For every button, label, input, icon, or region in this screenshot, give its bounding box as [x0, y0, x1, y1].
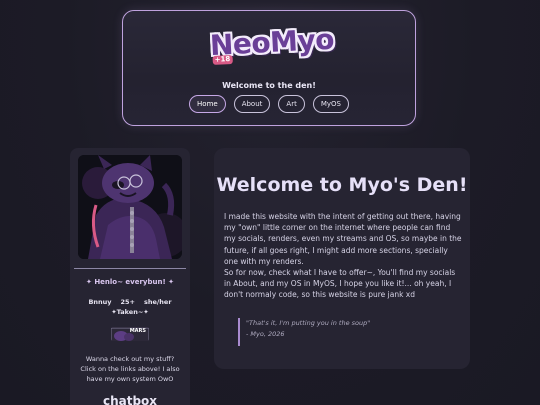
- badge-text: MARS: [129, 328, 146, 334]
- chatbox-heading: chatbox: [102, 394, 158, 405]
- nav-myos-button[interactable]: MyOS: [312, 95, 349, 113]
- avatar: [78, 155, 182, 259]
- quote-block: "That's it, I'm putting you in the soup"…: [238, 318, 438, 346]
- sidebar-info: Bnnuy 25+ she/her: [70, 298, 190, 306]
- nav-home-button[interactable]: Home: [189, 95, 226, 113]
- nav-bar: Home About Art MyOS: [123, 95, 415, 113]
- site-button-badge[interactable]: MARS: [111, 327, 149, 341]
- main-panel: Welcome to Myo's Den! I made this websit…: [214, 148, 470, 369]
- pronouns-label: she/her: [144, 298, 172, 306]
- quote-author: - Myo, 2026: [246, 330, 285, 338]
- profile-sidebar: ✦ Henlo~ everybun! ✦ Bnnuy 25+ she/her ✦…: [70, 148, 190, 405]
- sidebar-divider: [74, 268, 186, 269]
- page: NeoMyo +18 Welcome to the den! Home Abou…: [0, 0, 540, 405]
- quote-text: "That's it, I'm putting you in the soup": [246, 319, 371, 327]
- sidebar-description: Wanna check out my stuff? Click on the l…: [80, 355, 180, 383]
- intro-paragraph-1: I made this website with the intent of g…: [224, 212, 462, 266]
- age-badge: +18: [212, 54, 233, 65]
- species-label: Bnnuy: [88, 298, 112, 306]
- sidebar-greeting: ✦ Henlo~ everybun! ✦: [86, 278, 174, 286]
- age-label: 25+: [120, 298, 136, 306]
- header-welcome: Welcome to the den!: [222, 81, 316, 90]
- intro-paragraph-2: So for now, check what I have to offer~,…: [224, 268, 456, 300]
- site-logo[interactable]: NeoMyo +18: [209, 20, 335, 70]
- page-title: Welcome to Myo's Den!: [216, 174, 468, 196]
- nav-about-button[interactable]: About: [233, 95, 271, 113]
- nav-art-button[interactable]: Art: [278, 95, 305, 113]
- site-header: NeoMyo +18 Welcome to the den! Home Abou…: [122, 10, 416, 126]
- intro-text: I made this website with the intent of g…: [224, 211, 464, 301]
- relationship-status: ✦Taken~✦: [111, 308, 149, 316]
- avatar-image: [78, 155, 182, 259]
